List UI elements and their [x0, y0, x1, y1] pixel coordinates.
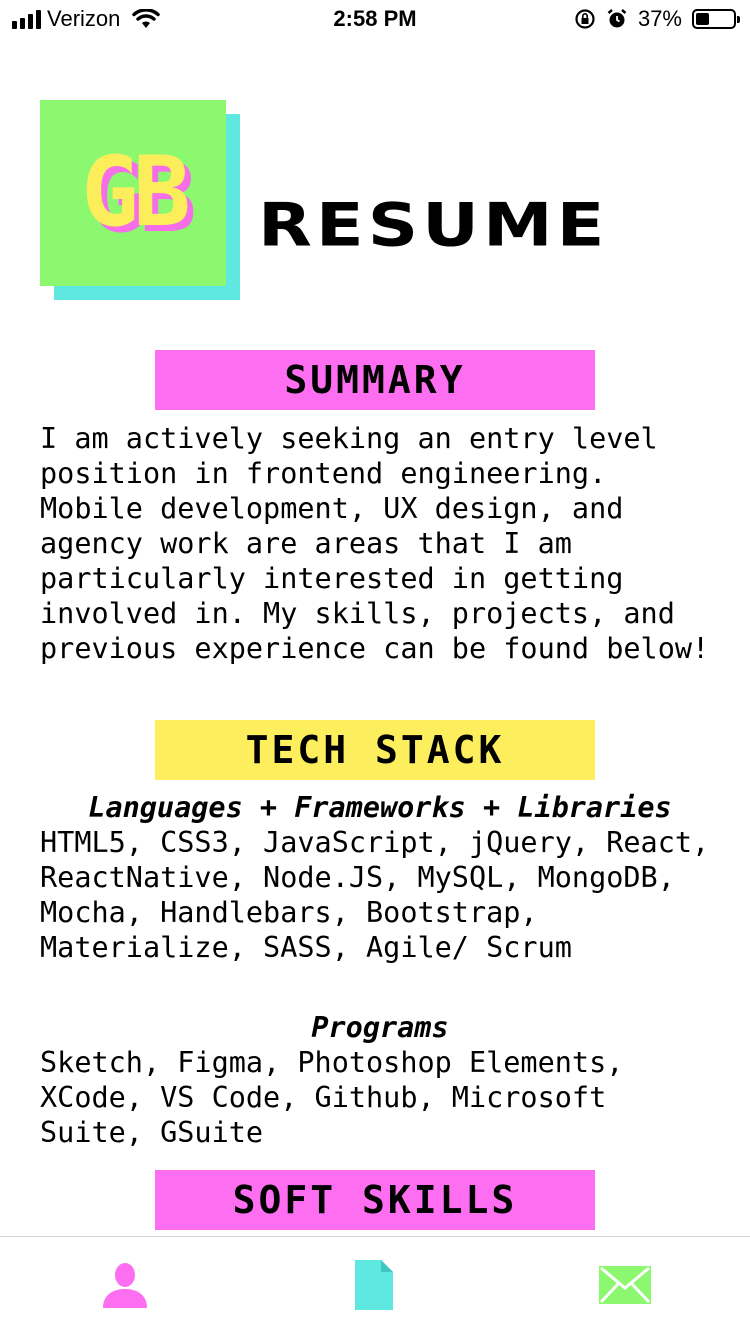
document-icon — [355, 1260, 393, 1310]
rotation-lock-icon — [575, 9, 595, 29]
summary-text: I am actively seeking an entry level pos… — [40, 422, 710, 665]
languages-text: HTML5, CSS3, JavaScript, jQuery, React, … — [40, 826, 710, 964]
battery-percent: 37% — [637, 6, 682, 31]
page-title: RESUME — [258, 190, 609, 260]
programs-heading: Programs — [311, 1011, 449, 1044]
tab-bar — [0, 1236, 750, 1335]
tab-resume[interactable] — [345, 1257, 405, 1313]
status-right: 37% — [574, 6, 740, 32]
languages-heading: Languages + Frameworks + Libraries — [88, 791, 672, 824]
tech-stack-banner: TECH STACK — [155, 720, 595, 780]
summary-banner: SUMMARY — [155, 350, 595, 410]
person-icon — [103, 1263, 147, 1308]
status-bar: Verizon 2:58 PM 37% — [0, 0, 750, 40]
tab-profile[interactable] — [95, 1257, 155, 1313]
soft-skills-banner: SOFT SKILLS — [155, 1170, 595, 1230]
tab-contact[interactable] — [595, 1257, 655, 1313]
logo: GB — [40, 100, 240, 300]
battery-fill — [696, 13, 709, 25]
envelope-icon — [599, 1266, 651, 1304]
battery-icon — [692, 9, 740, 29]
logo-text: GB — [81, 136, 191, 248]
alarm-icon — [607, 9, 627, 28]
programs-text: Sketch, Figma, Photoshop Elements, XCode… — [40, 1046, 624, 1149]
